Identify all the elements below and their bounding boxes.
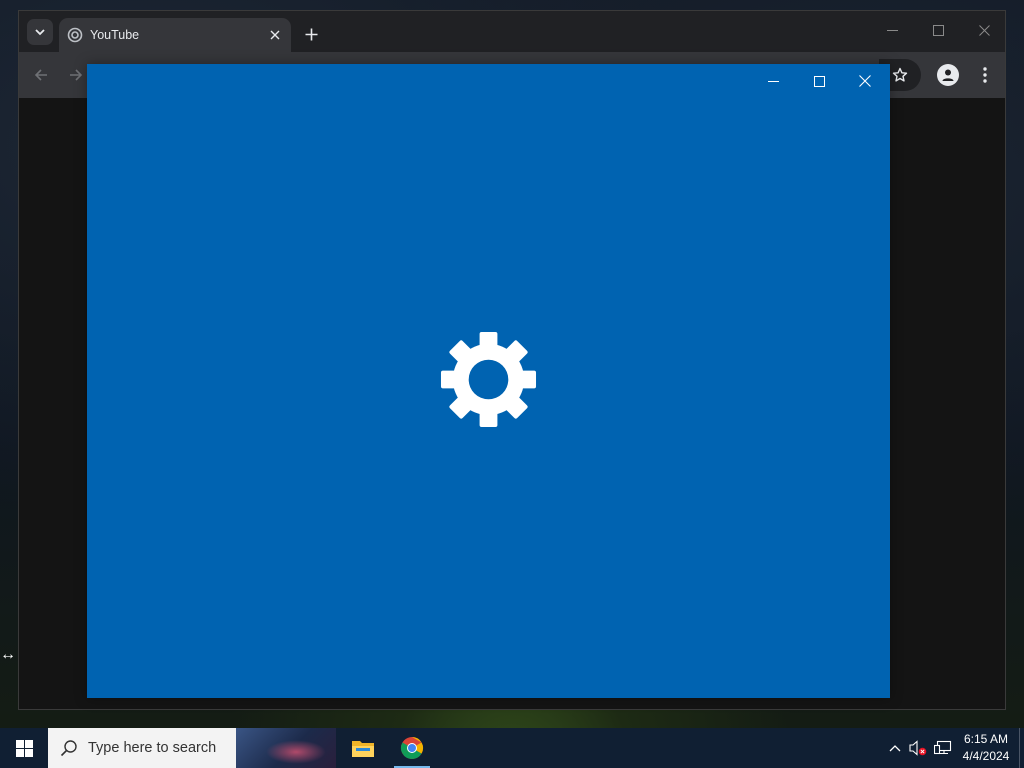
close-icon [859,75,871,87]
tab-strip: YouTube [19,11,1005,52]
loading-favicon-icon [67,27,83,43]
person-icon [942,69,954,81]
chevron-down-icon [35,29,45,36]
windows-logo-icon [15,739,33,757]
taskbar-clock[interactable]: 6:15 AM 4/4/2024 [956,731,1016,765]
taskbar-search-box[interactable]: Type here to search [48,728,336,768]
network-icon [934,740,952,755]
close-icon [270,30,280,40]
clock-time: 6:15 AM [963,732,1009,746]
gear-icon [440,331,537,428]
show-desktop-button[interactable] [1019,728,1024,768]
tab-youtube[interactable]: YouTube [59,18,291,52]
settings-close-button[interactable] [842,64,888,98]
settings-splash-window[interactable] [87,64,890,698]
arrow-left-icon [34,69,47,81]
taskbar: Type here to search 6:15 AM 4/4/2024 [0,728,1024,768]
back-button[interactable] [28,62,54,88]
chrome-menu-button[interactable] [972,62,998,88]
volume-muted-button[interactable] [907,728,929,768]
tab-close-button[interactable] [267,27,283,43]
settings-minimize-button[interactable] [750,64,796,98]
chevron-up-icon [889,745,901,752]
volume-muted-icon [909,740,927,756]
chrome-taskbar-button[interactable] [392,728,432,768]
browser-close-button[interactable] [961,11,1007,49]
show-hidden-icons-button[interactable] [886,728,904,768]
plus-icon [305,28,317,40]
browser-minimize-button[interactable] [869,11,915,49]
tab-title: YouTube [90,28,140,42]
file-explorer-taskbar-button[interactable] [343,728,383,768]
folder-icon [352,741,374,757]
minimize-icon [767,80,779,82]
search-placeholder: Type here to search [88,740,217,756]
more-vertical-icon [983,67,987,83]
search-highlight-image [236,728,336,768]
chrome-icon [400,737,424,760]
clock-date: 4/4/2024 [962,749,1010,763]
minimize-icon [886,29,898,31]
maximize-icon [932,24,944,36]
search-icon [60,740,77,757]
maximize-icon [813,75,825,87]
start-button[interactable] [0,728,48,768]
tab-search-button[interactable] [27,19,53,45]
network-button[interactable] [932,728,954,768]
new-tab-button[interactable] [299,22,323,46]
arrow-right-icon [70,69,83,81]
settings-maximize-button[interactable] [796,64,842,98]
browser-maximize-button[interactable] [915,11,961,49]
star-icon [892,67,908,82]
profile-avatar-button[interactable] [937,64,959,86]
forward-button[interactable] [63,62,89,88]
close-icon [978,24,990,36]
